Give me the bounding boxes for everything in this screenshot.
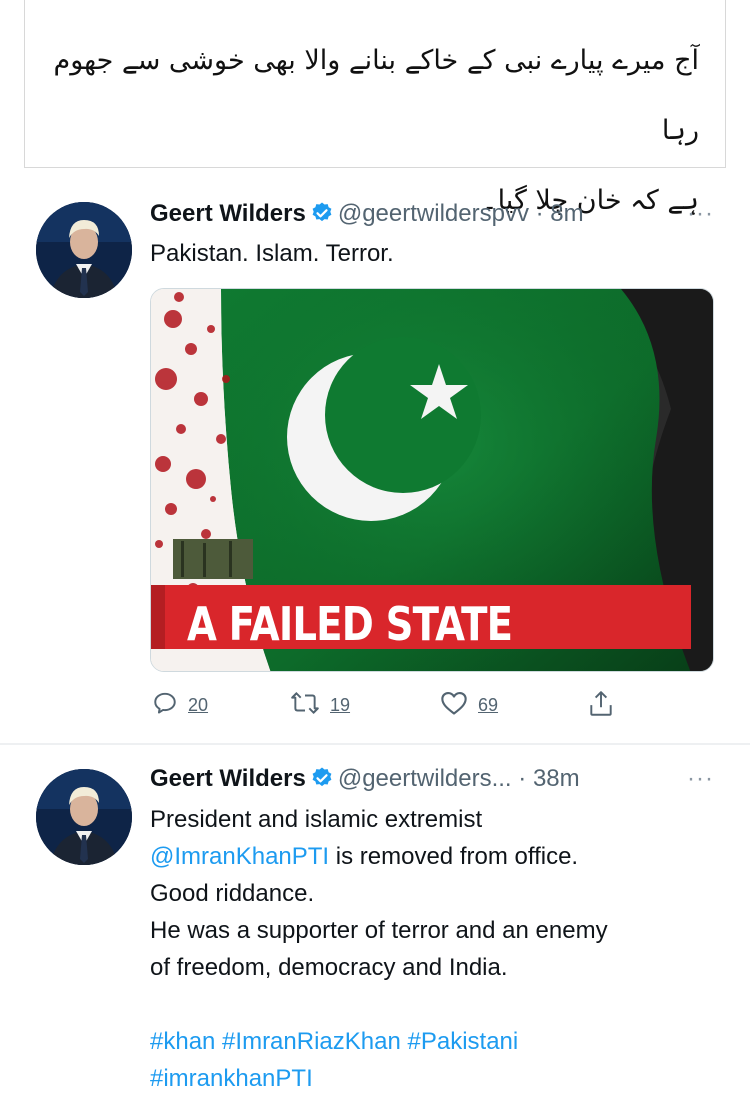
caption-line-1: آج میرے پیارے نبی کے خاکے بنانے والا بھی…: [53, 45, 699, 146]
hashtag-line-2[interactable]: #imrankhanPTI: [150, 1060, 730, 1097]
reply-icon: [152, 690, 178, 721]
author-handle[interactable]: @geertwilders...: [338, 765, 512, 792]
tweet-line-3: Good riddance.: [150, 880, 315, 907]
avatar-image: [36, 769, 132, 865]
like-button[interactable]: 69: [440, 690, 498, 721]
like-count: 69: [478, 695, 499, 715]
hashtags: #khan #ImranRiazKhan #Pakistani #imrankh…: [150, 1023, 730, 1097]
reply-count: 20: [188, 695, 209, 715]
tweet-line-5: of freedom, democracy and India.: [150, 954, 508, 981]
more-options-icon[interactable]: ···: [687, 200, 714, 228]
author-name[interactable]: Geert Wilders: [150, 200, 306, 227]
avatar-image: [36, 202, 132, 298]
separator-dot: ·: [535, 200, 544, 227]
verified-badge-icon: [310, 766, 334, 797]
tweet-header: Geert Wilders @geertwilders... · 38m ···: [150, 765, 726, 797]
retweet-count: 19: [330, 695, 351, 715]
author-handle[interactable]: @geertwilderspvv: [338, 200, 529, 227]
hashtag-line-1[interactable]: #khan #ImranRiazKhan #Pakistani: [150, 1023, 730, 1060]
share-button[interactable]: [588, 690, 614, 723]
retweet-button[interactable]: 19: [290, 690, 350, 721]
urdu-caption: آج میرے پیارے نبی کے خاکے بنانے والا بھی…: [24, 0, 726, 216]
tweet-2[interactable]: Geert Wilders @geertwilders... · 38m ··· …: [0, 745, 750, 1107]
share-icon: [588, 690, 614, 723]
verified-badge-icon: [310, 201, 334, 232]
tweet-actions: 20 19 69: [150, 690, 620, 724]
tweet-time[interactable]: 8m: [550, 200, 583, 227]
tweet-line-2: @ImranKhanPTI is removed from office.: [150, 838, 730, 875]
tweet-1[interactable]: Geert Wilders @geertwilderspvv · 8m ··· P…: [0, 170, 750, 745]
avatar[interactable]: [36, 769, 132, 865]
retweet-icon: [290, 690, 320, 721]
tweet-image[interactable]: A FAILED STATE: [150, 288, 714, 672]
tweet-line-4: He was a supporter of terror and an enem…: [150, 917, 608, 944]
tweet-line-1: President and islamic extremist: [150, 806, 483, 833]
tweet-header: Geert Wilders @geertwilderspvv · 8m ···: [150, 200, 726, 232]
reply-button[interactable]: 20: [152, 690, 208, 721]
separator-dot: ·: [518, 765, 527, 792]
like-icon: [440, 690, 468, 721]
author-name[interactable]: Geert Wilders: [150, 765, 306, 792]
image-caption-text: A FAILED STATE: [187, 597, 513, 651]
tweet-time[interactable]: 38m: [533, 765, 580, 792]
avatar[interactable]: [36, 202, 132, 298]
mention-link[interactable]: @ImranKhanPTI: [150, 843, 329, 870]
tweet-line-2-rest: is removed from office.: [329, 843, 579, 870]
tweet-text: President and islamic extremist @ImranKh…: [150, 801, 730, 986]
tweet-text: Pakistan. Islam. Terror.: [150, 240, 394, 267]
more-options-icon[interactable]: ···: [687, 765, 714, 793]
